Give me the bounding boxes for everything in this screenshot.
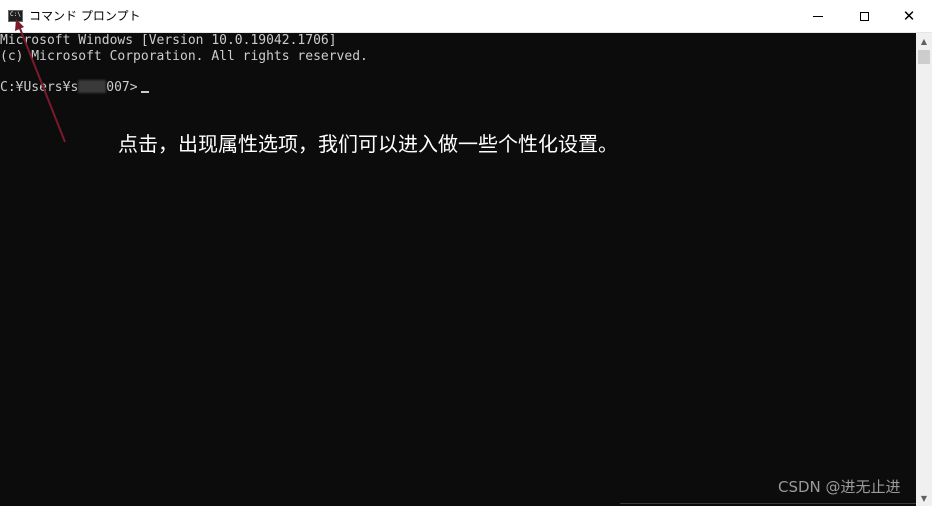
minimize-button[interactable] (795, 0, 841, 32)
bottom-border (620, 503, 916, 504)
console-line-copyright: (c) Microsoft Corporation. All rights re… (0, 49, 368, 64)
minimize-icon (813, 15, 823, 17)
maximize-button[interactable] (841, 0, 887, 32)
redacted-username (78, 80, 107, 93)
scrollbar-thumb[interactable] (918, 50, 930, 64)
vertical-scrollbar[interactable]: ▲ ▼ (916, 33, 932, 506)
close-icon: ✕ (902, 6, 916, 25)
console-prompt[interactable]: C:¥Users¥s 007> (0, 80, 149, 96)
window-title: コマンド プロンプト (29, 9, 141, 23)
maximize-icon (859, 11, 869, 21)
annotation-text: 点击，出现属性选项，我们可以进入做一些个性化设置。 (118, 132, 618, 156)
watermark: CSDN @进无止进 (778, 478, 901, 496)
prompt-prefix: C:¥Users¥s (0, 80, 79, 95)
title-bar[interactable]: C:\ コマンド プロンプト ✕ (0, 0, 932, 33)
close-button[interactable]: ✕ (886, 0, 932, 32)
console-output[interactable]: Microsoft Windows [Version 10.0.19042.17… (0, 33, 916, 506)
prompt-suffix: 007> (106, 80, 138, 95)
scroll-down-arrow-icon[interactable]: ▼ (916, 490, 932, 506)
scroll-up-arrow-icon[interactable]: ▲ (916, 33, 932, 49)
console-icon-glyph: C:\ (10, 11, 21, 18)
command-prompt-window: C:\ コマンド プロンプト ✕ Microsoft Windows [Vers… (0, 0, 932, 506)
text-cursor (140, 91, 149, 93)
console-line-version: Microsoft Windows [Version 10.0.19042.17… (0, 33, 337, 48)
console-app-icon[interactable]: C:\ (8, 10, 23, 22)
